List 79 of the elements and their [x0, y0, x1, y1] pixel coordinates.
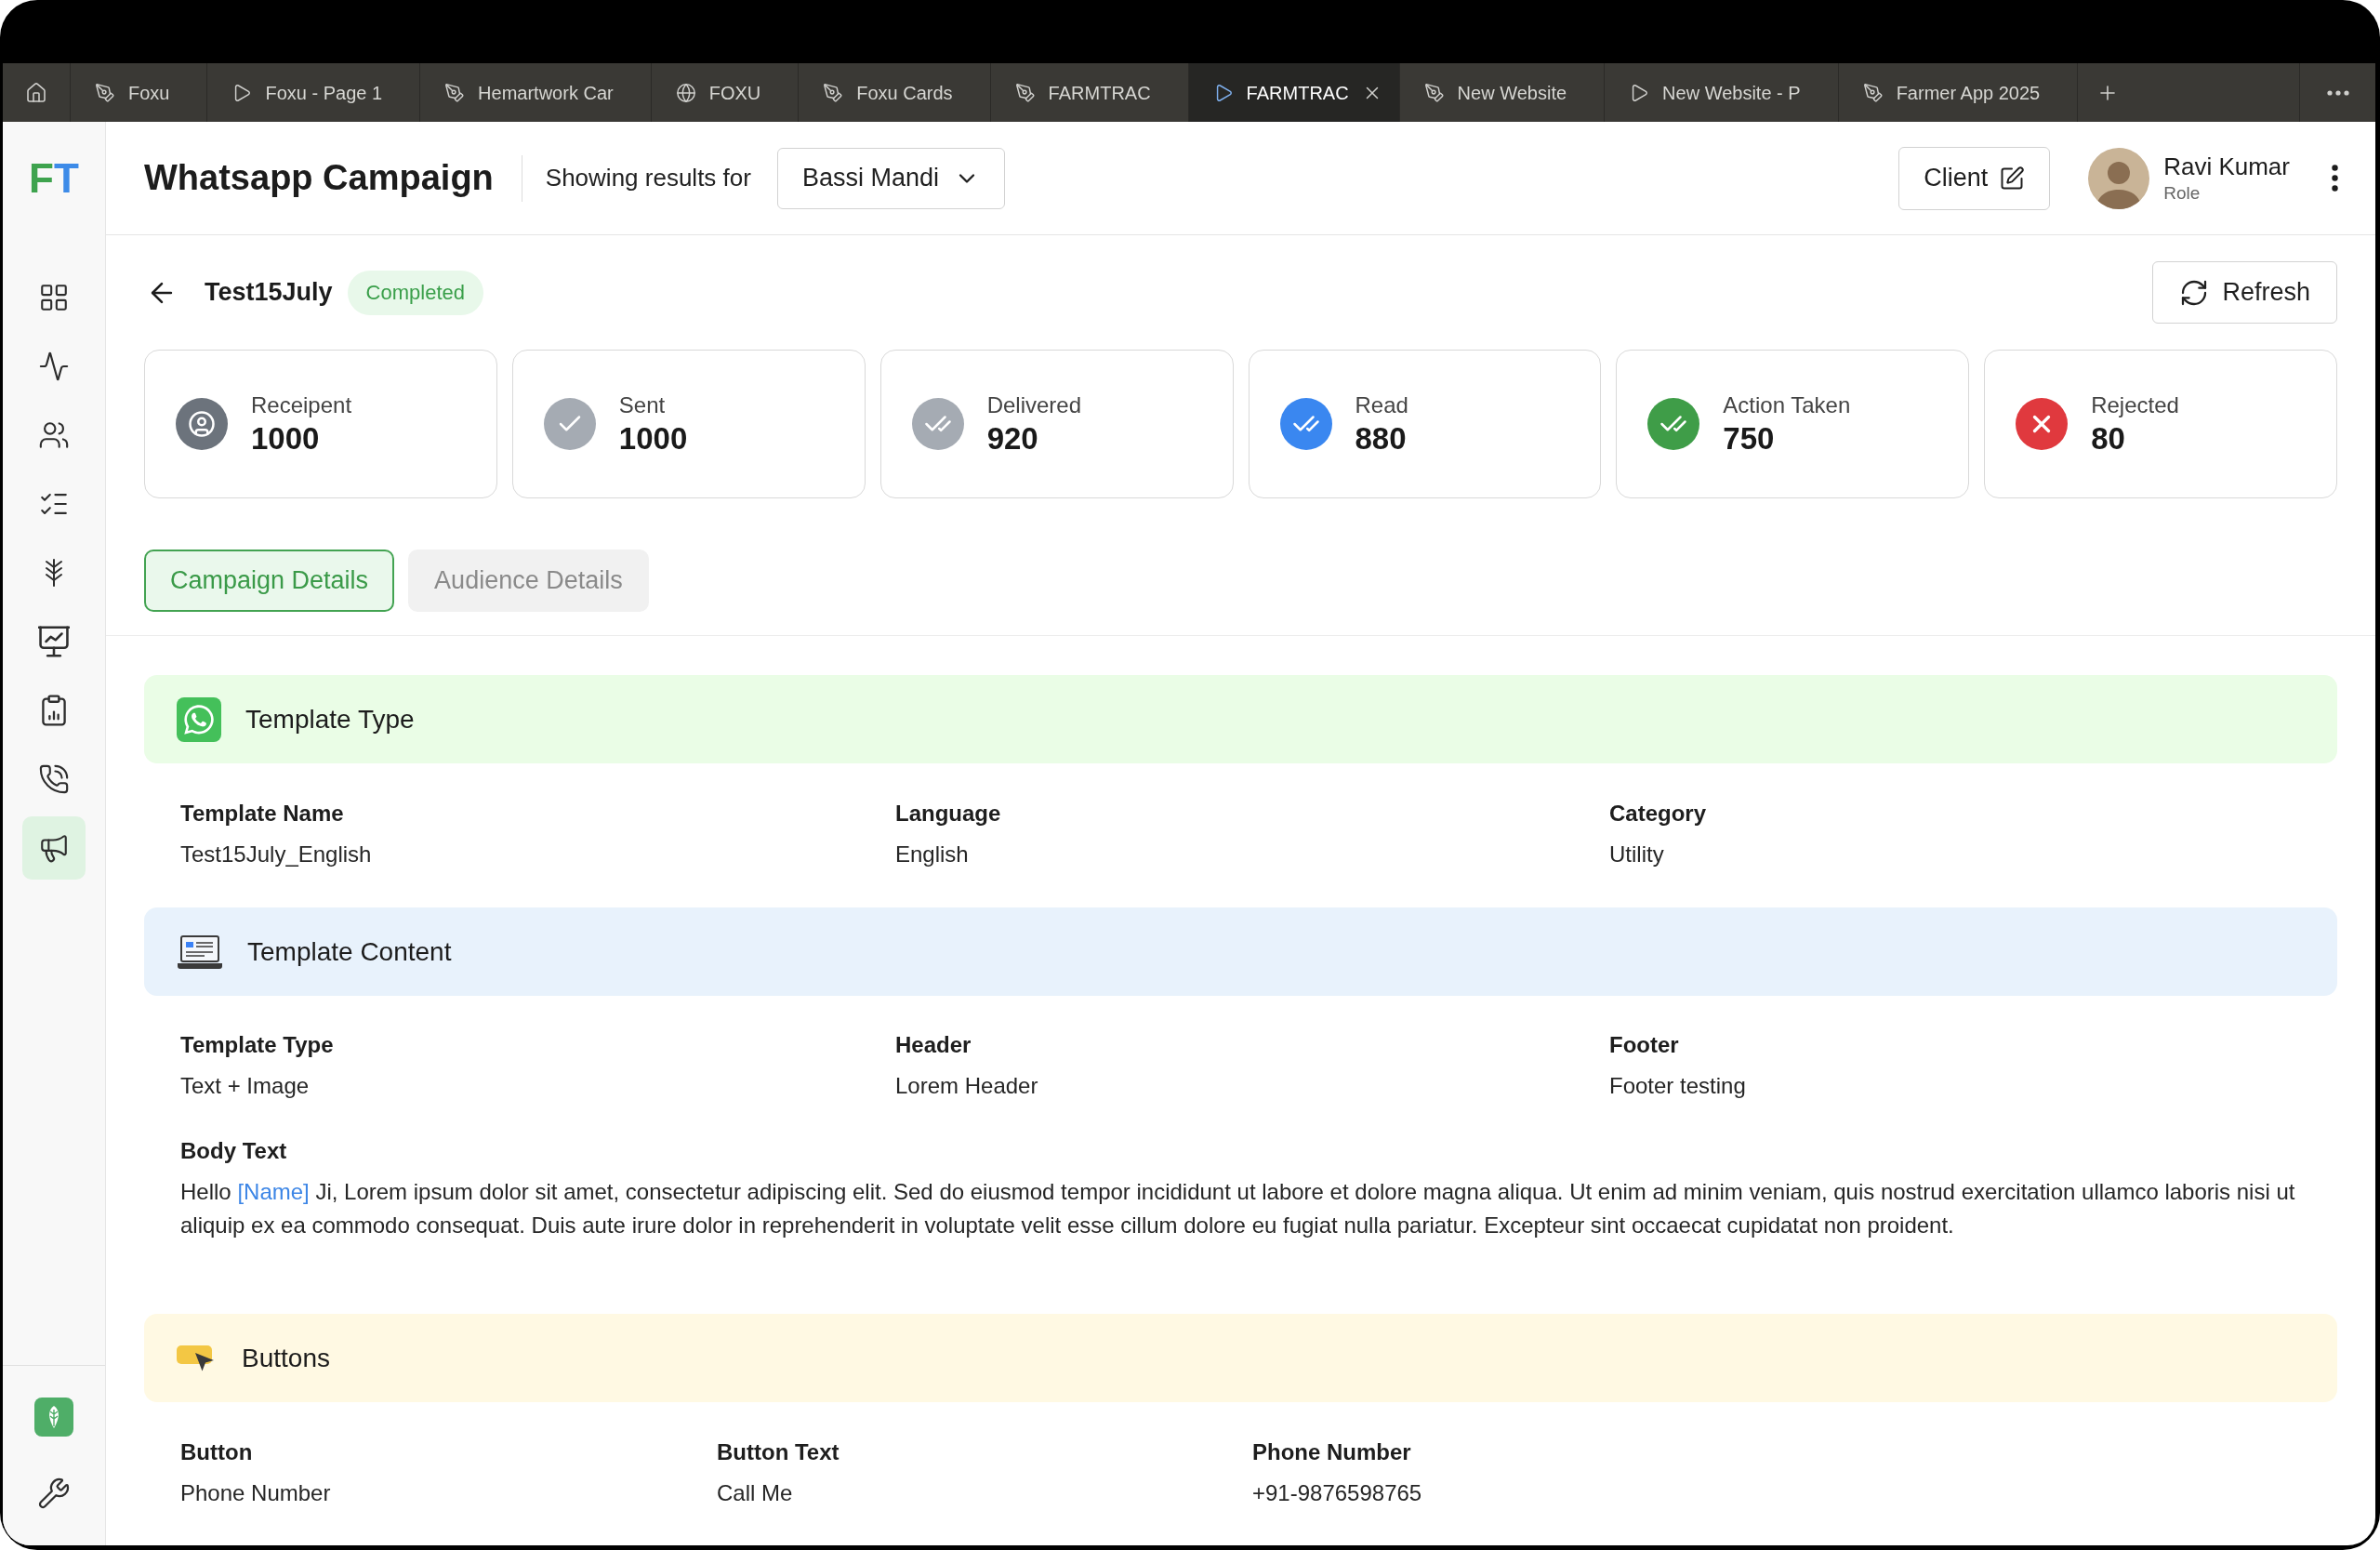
browser-tab[interactable]: Hemartwork Car: [420, 63, 652, 122]
laptop-icon: [177, 934, 223, 970]
user-name: Ravi Kumar: [2163, 151, 2290, 181]
field-value: Lorem Header: [895, 1072, 1039, 1100]
field-label: Body Text: [180, 1137, 288, 1165]
field-label: Template Name: [180, 800, 345, 828]
browser-tab[interactable]: FOXU: [651, 63, 800, 122]
globe-icon: [675, 82, 696, 103]
leaf-icon: [34, 1398, 73, 1437]
users-icon: [38, 419, 70, 451]
filter-label: Showing results for: [545, 163, 751, 193]
sidebar-nav-item[interactable]: [22, 816, 86, 880]
pen-tool-icon: [1862, 82, 1884, 103]
stat-label: Delivered: [986, 391, 1082, 419]
browser-tab[interactable]: Farmer App 2025: [1838, 63, 2079, 122]
client-button[interactable]: Client: [1898, 146, 2051, 210]
tools-button[interactable]: [37, 1477, 71, 1510]
brand-button[interactable]: [34, 1398, 73, 1437]
field-value: Test15July_English: [180, 841, 373, 868]
pen-tool-icon: [1423, 82, 1445, 103]
field-label: Button Text: [717, 1438, 840, 1466]
stat-label: Action Taken: [1723, 391, 1851, 419]
app-logo: FT: [29, 158, 79, 199]
kebab-menu-icon: [2331, 165, 2338, 192]
stat-value: 750: [1723, 420, 1776, 457]
stat-label: Read: [1355, 391, 1408, 419]
campaign-name: Test15July: [205, 277, 333, 309]
stat-label: Rejected: [2091, 391, 2179, 419]
refresh-button[interactable]: Refresh: [2152, 261, 2337, 324]
stat-value: 1000: [251, 420, 321, 457]
browser-tab[interactable]: FARMTRAC: [990, 63, 1189, 122]
pen-tool-icon: [444, 82, 466, 103]
field-value: +91-9876598765: [1252, 1479, 1423, 1507]
chat-bubble-icon: [177, 696, 221, 742]
stat-value: 920: [986, 420, 1039, 457]
stat-value: 1000: [618, 420, 688, 457]
browser-tab[interactable]: Foxu - Page 1: [207, 63, 421, 122]
location-dropdown[interactable]: Bassi Mandi: [776, 147, 1005, 209]
stat-label: Receipent: [251, 391, 352, 419]
pen-tool-icon: [1014, 82, 1036, 103]
wrench-icon: [37, 1477, 71, 1510]
field-label: Header: [895, 1031, 972, 1059]
stat-label: Sent: [618, 391, 667, 419]
field-label: Button: [180, 1438, 254, 1466]
home-icon: [25, 81, 47, 104]
pen-tool-icon: [823, 82, 844, 103]
field-label: Category: [1609, 800, 1708, 828]
page-title: Whatsapp Campaign: [144, 157, 494, 199]
stat-value: 80: [2091, 420, 2126, 457]
field-value: English: [895, 841, 970, 868]
field-value: Footer testing: [1609, 1072, 1747, 1100]
field-value: Phone Number: [180, 1479, 332, 1507]
field-value: Call Me: [717, 1479, 794, 1507]
browser-tab[interactable]: FARMTRAC: [1188, 63, 1400, 122]
phone-call-icon: [38, 763, 70, 795]
field-label: Language: [895, 800, 1002, 828]
edit-icon: [1999, 165, 2026, 192]
browser-tab[interactable]: New Website - P: [1605, 63, 1839, 122]
plant-stem-icon: [44, 558, 64, 588]
presentation-chart-icon: [38, 626, 70, 657]
grid-icon: [38, 282, 70, 313]
pen-tool-icon: [95, 82, 115, 103]
field-label: Template Type: [180, 1031, 335, 1059]
browser-tab[interactable]: Foxu Cards: [799, 63, 991, 122]
field-value: Text + Image: [180, 1072, 311, 1100]
field-value: Utility: [1609, 841, 1665, 868]
stat-value: 880: [1355, 420, 1408, 457]
pulse-icon: [38, 351, 70, 382]
field-label: Phone Number: [1252, 1438, 1412, 1466]
megaphone-icon: [38, 832, 70, 864]
user-role: Role: [2163, 181, 2202, 205]
section-title: Buttons: [242, 1342, 330, 1374]
browser-tab[interactable]: New Website: [1399, 63, 1606, 122]
section-title: Template Type: [245, 703, 415, 735]
field-label: Footer: [1609, 1031, 1680, 1059]
section-title: Template Content: [247, 935, 452, 968]
status-badge: Completed: [347, 270, 483, 315]
more-icon: [2326, 89, 2349, 96]
body-text: Hello [Name] Ji, Lorem ipsum dolor sit amet, consectetur adipiscing elit. Sed do eiusmod tempor incididunt ut labore et dolore magna aliqua. Ut enim ad minim veniam, quis nostrud exercitation ullamco laboris nisi ut aliquip ex ea commodo consequat. Duis aute irure dolor in reprehenderit in voluptate velit esse cillum dolore eu fugiat nulla pariatur. Excepteur sint occaecat cupidatat non proident.: [180, 1178, 2296, 1239]
